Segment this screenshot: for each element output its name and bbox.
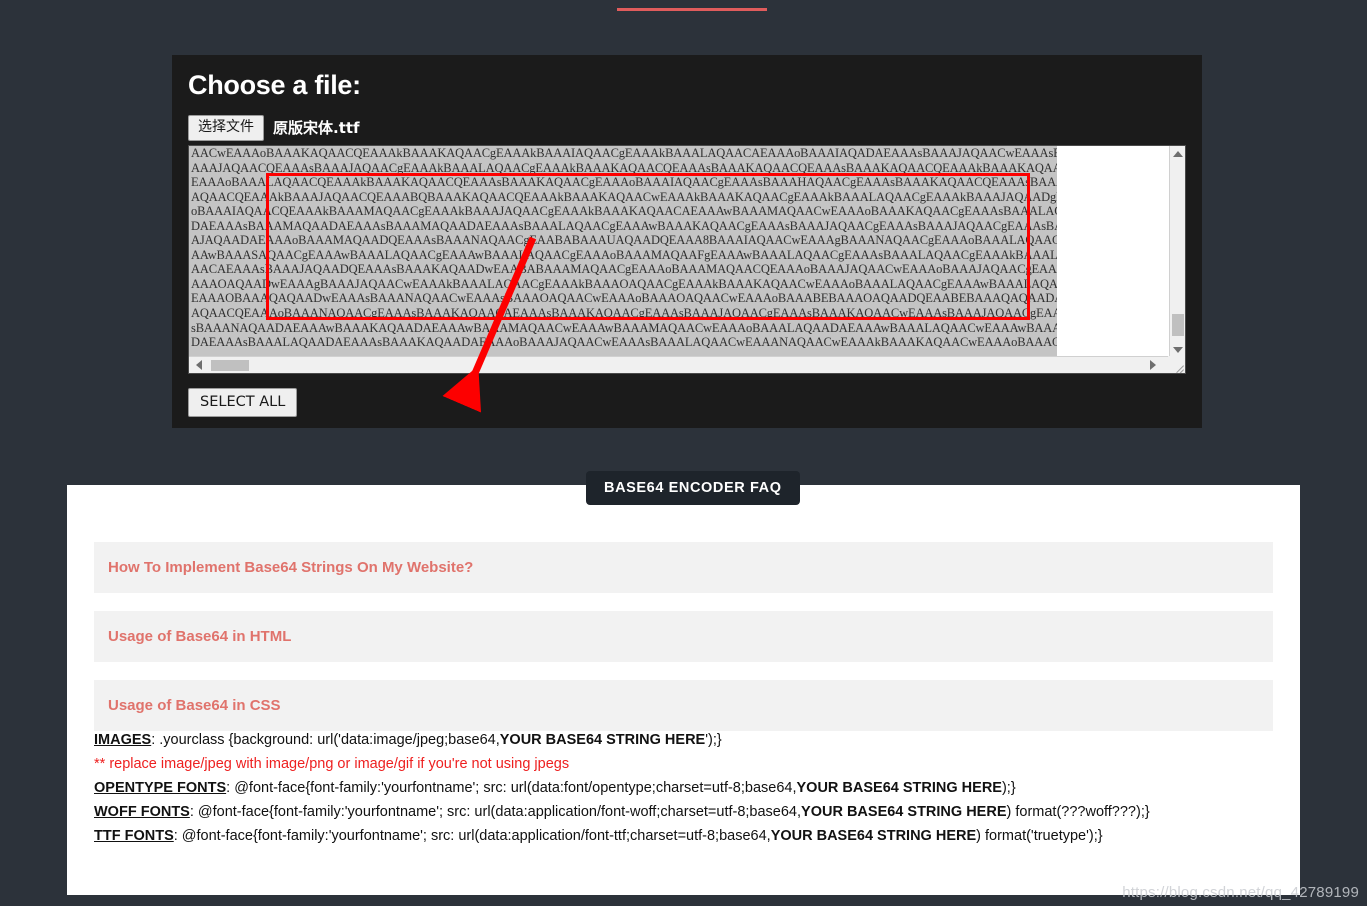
faq-accordion: How To Implement Base64 Strings On My We… [94,542,1273,749]
usage-term-woff: WOFF FONTS [94,804,190,820]
vertical-scroll-thumb[interactable] [1172,314,1184,336]
usage-pre-opentype: : @font-face{font-family:'yourfontname';… [226,780,797,796]
faq-item-implement[interactable]: How To Implement Base64 Strings On My We… [94,542,1273,593]
triangle-left-icon[interactable] [191,357,207,373]
select-all-button[interactable]: SELECT ALL [188,388,298,417]
page-title: Choose a file: [188,70,361,100]
faq-item-css[interactable]: Usage of Base64 in CSS [94,680,1273,731]
usage-placeholder-images: YOUR BASE64 STRING HERE [499,732,706,748]
base64-encoder-panel: Choose a file: 选择文件 原版宋体.ttf AACwEAAAoBA… [172,55,1202,428]
textarea-selection-highlight: AACwEAAAoBAAAKAQAACQEAAAkBAAAKAQAACgEAAA… [189,146,1057,358]
usage-line-images: IMAGES: .yourclass {background: url('dat… [94,728,1274,752]
usage-placeholder-ttf: YOUR BASE64 STRING HERE [770,828,977,844]
usage-post-opentype: );} [1001,780,1016,796]
usage-line-ttf: TTF FONTS: @font-face{font-family:'yourf… [94,824,1274,848]
top-divider-rule [617,8,767,11]
page-root: Choose a file: 选择文件 原版宋体.ttf AACwEAAAoBA… [0,0,1367,906]
usage-term-opentype: OPENTYPE FONTS [94,780,227,796]
selected-file-name: 原版宋体.ttf [273,119,360,138]
triangle-right-icon[interactable] [1145,357,1161,373]
textarea-content-area[interactable]: AACwEAAAoBAAAKAQAACQEAAAkBAAAKAQAACgEAAA… [189,146,1170,358]
usage-term-ttf: TTF FONTS [94,828,174,844]
choose-file-button[interactable]: 选择文件 [188,115,264,141]
textarea-vertical-scrollbar[interactable] [1169,146,1185,358]
usage-line-woff: WOFF FONTS: @font-face{font-family:'your… [94,800,1274,824]
usage-note: ** replace image/jpeg with image/png or … [94,756,570,772]
usage-pre-ttf: : @font-face{font-family:'yourfontname';… [173,828,771,844]
faq-badge: BASE64 ENCODER FAQ [586,471,800,505]
resize-grip-icon[interactable] [1168,356,1185,373]
textarea-horizontal-scrollbar[interactable] [189,356,1185,373]
faq-css-usage-body: IMAGES: .yourclass {background: url('dat… [94,728,1274,848]
usage-pre-images: : .yourclass {background: url('data:imag… [151,732,500,748]
usage-placeholder-woff: YOUR BASE64 STRING HERE [801,804,1007,820]
file-chooser-row: 选择文件 原版宋体.ttf [188,115,360,141]
horizontal-scroll-thumb[interactable] [211,360,249,371]
faq-item-html[interactable]: Usage of Base64 in HTML [94,611,1273,662]
usage-pre-woff: : @font-face{font-family:'yourfontname';… [189,804,802,820]
usage-term-images: IMAGES [94,732,152,748]
base64-output-text: AACwEAAAoBAAAKAQAACQEAAAkBAAAKAQAACgEAAA… [191,146,1057,350]
usage-post-images: ');} [705,732,722,748]
triangle-up-icon[interactable] [1170,146,1185,162]
faq-card: How To Implement Base64 Strings On My We… [67,485,1300,895]
usage-post-ttf: ) format('truetype');} [976,828,1103,844]
usage-line-opentype: OPENTYPE FONTS: @font-face{font-family:'… [94,776,1274,800]
usage-placeholder-opentype: YOUR BASE64 STRING HERE [796,780,1002,796]
watermark: https://blog.csdn.net/qq_42789199 [1122,884,1359,901]
usage-post-woff: ) format(???woff???);} [1006,804,1150,820]
base64-output-textarea[interactable]: AACwEAAAoBAAAKAQAACQEAAAkBAAAKAQAACgEAAA… [188,145,1186,374]
